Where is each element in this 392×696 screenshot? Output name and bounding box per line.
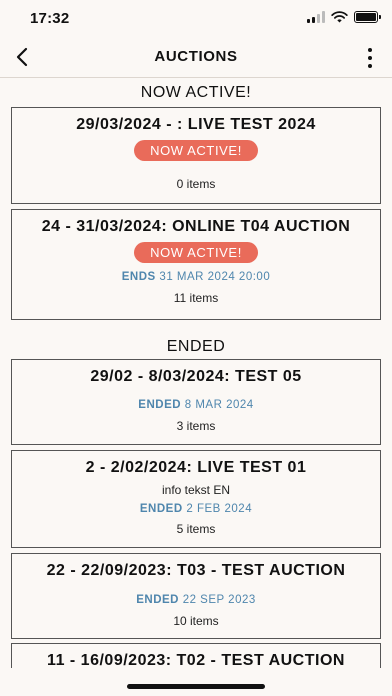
signal-icon (307, 11, 325, 23)
auction-title: 22 - 22/09/2023: T03 - TEST AUCTION (46, 562, 346, 579)
auction-card[interactable]: 29/03/2024 - : LIVE TEST 2024 NOW ACTIVE… (11, 107, 381, 204)
auction-card[interactable]: 29/02 - 8/03/2024: TEST 05 ENDED 8 MAR 2… (11, 359, 381, 445)
auction-card[interactable]: 24 - 31/03/2024: ONLINE T04 AUCTION NOW … (11, 209, 381, 320)
ends-date: 31 MAR 2024 20:00 (159, 271, 271, 283)
ended-date: 2 FEB 2024 (186, 503, 253, 515)
ended-label: ENDED (136, 594, 179, 606)
bottom-safe-area (0, 668, 392, 696)
status-icons (307, 11, 381, 23)
auction-card[interactable]: 22 - 22/09/2023: T03 - TEST AUCTION ENDE… (11, 553, 381, 639)
more-menu-button[interactable] (360, 44, 380, 72)
section-title-active: NOW ACTIVE! (140, 84, 252, 101)
ended-label: ENDED (139, 503, 183, 515)
ended-date: 22 SEP 2023 (182, 594, 256, 606)
status-badge: NOW ACTIVE! (134, 140, 258, 161)
status-bar: 17:32 (0, 0, 392, 36)
status-badge: NOW ACTIVE! (134, 242, 258, 263)
end-date-line: ENDS 31 MAR 2024 20:00 (12, 271, 380, 283)
items-count: 0 items (176, 177, 216, 191)
items-count: 11 items (173, 291, 219, 305)
end-date-line: ENDED 22 SEP 2023 (12, 594, 380, 606)
nav-bar: AUCTIONS (0, 36, 392, 78)
page-title: AUCTIONS (154, 48, 238, 65)
items-count: 3 items (176, 419, 216, 433)
end-date-line: ENDED 2 FEB 2024 (12, 503, 380, 515)
ends-label: ENDS (121, 271, 156, 283)
auction-title: 24 - 31/03/2024: ONLINE T04 AUCTION (41, 218, 351, 235)
auction-title: 2 - 2/02/2024: LIVE TEST 01 (85, 459, 307, 476)
end-date-line: ENDED 8 MAR 2024 (12, 399, 380, 411)
status-time: 17:32 (30, 10, 70, 27)
ended-date: 8 MAR 2024 (184, 399, 254, 411)
battery-icon (354, 11, 381, 23)
items-count: 5 items (176, 522, 216, 536)
items-count: 10 items (173, 614, 219, 628)
section-title-ended: ENDED (166, 338, 226, 355)
more-vertical-icon (368, 48, 372, 52)
wifi-icon (331, 11, 348, 23)
auction-info: info tekst EN (161, 483, 231, 497)
home-indicator[interactable] (127, 684, 265, 689)
auction-card[interactable]: 2 - 2/02/2024: LIVE TEST 01 info tekst E… (11, 450, 381, 548)
auction-title: 29/03/2024 - : LIVE TEST 2024 (76, 116, 316, 133)
auction-title: 29/02 - 8/03/2024: TEST 05 (90, 368, 302, 385)
ended-label: ENDED (138, 399, 182, 411)
